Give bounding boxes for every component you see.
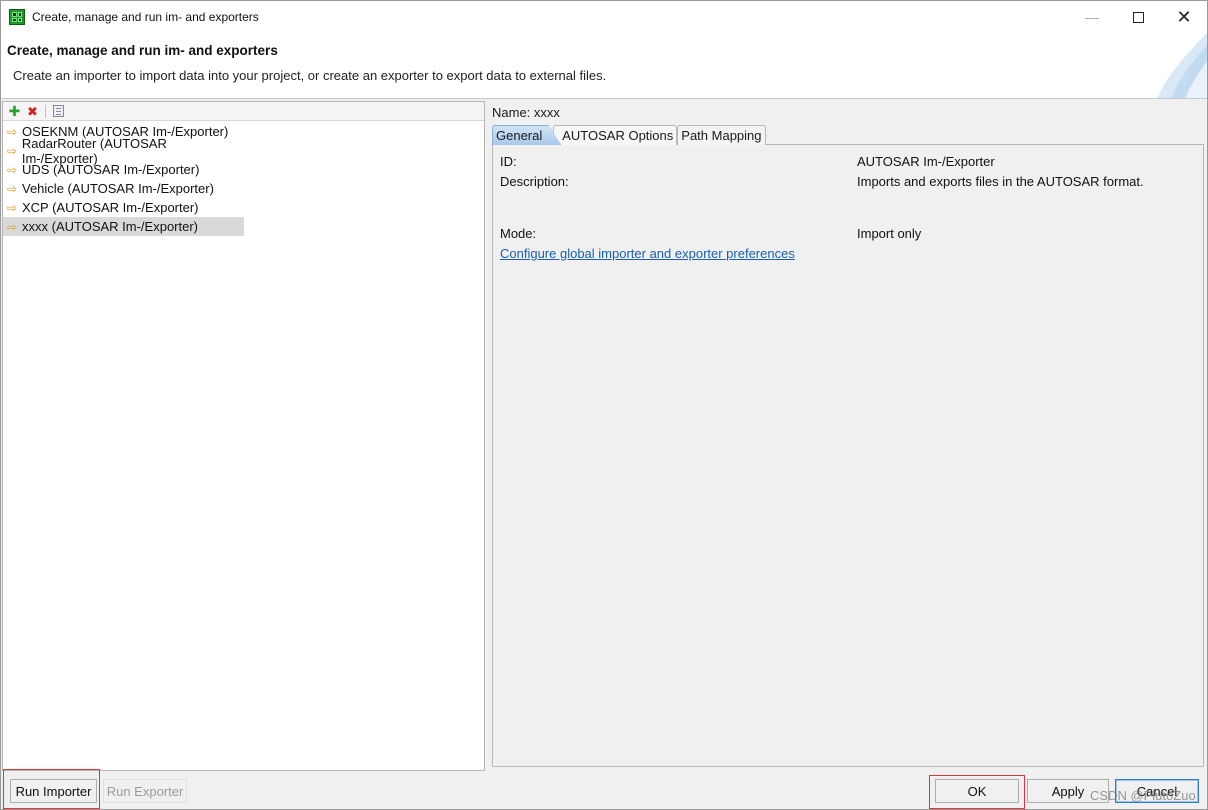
arrow-right-icon: ⇨: [7, 219, 18, 234]
maximize-button[interactable]: [1115, 1, 1161, 33]
tab-autosar-options[interactable]: AUTOSAR Options: [553, 125, 678, 145]
app-icon: [9, 9, 25, 25]
add-icon[interactable]: ✚: [7, 104, 22, 119]
exporter-list-panel: ✚ ✖ ⇨ OSEKNM (AUTOSAR Im-/Exporter) ⇨ Rada…: [2, 101, 485, 771]
ok-button[interactable]: OK: [935, 779, 1019, 803]
maximize-icon: [1132, 11, 1144, 23]
header-description: Create an importer to import data into y…: [13, 68, 607, 83]
delete-icon[interactable]: ✖: [25, 104, 40, 119]
id-label: ID:: [500, 154, 517, 169]
minimize-button[interactable]: —: [1069, 1, 1115, 33]
toolbar-separator: [45, 104, 46, 118]
watermark: CSDN @PlutoZuo: [1090, 788, 1196, 803]
name-row: Name: xxxx: [492, 105, 560, 120]
tree-item-label: UDS (AUTOSAR Im-/Exporter): [22, 162, 200, 177]
arrow-right-icon: ⇨: [7, 162, 18, 177]
tree-item-selected[interactable]: ⇨ xxxx (AUTOSAR Im-/Exporter): [3, 217, 244, 236]
mode-value: Import only: [857, 226, 922, 241]
tree-item[interactable]: ⇨ RadarRouter (AUTOSAR Im-/Exporter): [3, 136, 244, 166]
tab-strip: General AUTOSAR Options Path Mapping: [492, 125, 766, 145]
description-label: Description:: [500, 174, 569, 189]
exporter-tree: ⇨ OSEKNM (AUTOSAR Im-/Exporter) ⇨ RadarRou…: [3, 122, 484, 236]
description-value: Imports and exports files in the AUTOSAR…: [857, 174, 1144, 189]
list-toolbar: ✚ ✖: [3, 102, 484, 121]
tab-general[interactable]: General: [492, 125, 562, 145]
tree-item[interactable]: ⇨ XCP (AUTOSAR Im-/Exporter): [3, 198, 244, 217]
tab-path-mapping[interactable]: Path Mapping: [677, 125, 766, 145]
header-title: Create, manage and run im- and exporters: [7, 43, 278, 58]
header-banner-graphic: [1157, 33, 1207, 98]
run-importer-button[interactable]: Run Importer: [10, 779, 97, 803]
name-label: Name:: [492, 105, 531, 120]
arrow-right-icon: ⇨: [7, 181, 18, 196]
dialog-header: Create, manage and run im- and exporters…: [1, 33, 1207, 99]
details-tabs: ID: AUTOSAR Im-/Exporter Description: Im…: [492, 125, 1204, 767]
tree-item-label: Vehicle (AUTOSAR Im-/Exporter): [22, 181, 214, 196]
importer-exporter-dialog: Create, manage and run im- and exporters…: [0, 0, 1208, 810]
arrow-right-icon: ⇨: [7, 143, 18, 158]
tree-item-label: XCP (AUTOSAR Im-/Exporter): [22, 200, 199, 215]
copy-icon: [53, 105, 64, 117]
title-bar: Create, manage and run im- and exporters…: [1, 1, 1207, 33]
tree-item-label: xxxx (AUTOSAR Im-/Exporter): [22, 219, 199, 234]
close-icon: ✕: [1176, 7, 1192, 27]
id-value: AUTOSAR Im-/Exporter: [857, 154, 995, 169]
minimize-icon: —: [1085, 9, 1099, 25]
tree-item[interactable]: ⇨ Vehicle (AUTOSAR Im-/Exporter): [3, 179, 244, 198]
close-button[interactable]: ✕: [1161, 1, 1207, 33]
tab-content-general: ID: AUTOSAR Im-/Exporter Description: Im…: [492, 144, 1204, 767]
configure-preferences-link[interactable]: Configure global importer and exporter p…: [500, 246, 795, 261]
tree-item-label: RadarRouter (AUTOSAR Im-/Exporter): [21, 135, 167, 166]
mode-label: Mode:: [500, 226, 537, 241]
arrow-right-icon: ⇨: [7, 124, 18, 139]
window-title: Create, manage and run im- and exporters: [32, 10, 259, 24]
arrow-right-icon: ⇨: [7, 200, 18, 215]
name-value: xxxx: [533, 105, 560, 120]
run-exporter-button[interactable]: Run Exporter: [103, 779, 187, 803]
copy-button[interactable]: [51, 104, 66, 119]
